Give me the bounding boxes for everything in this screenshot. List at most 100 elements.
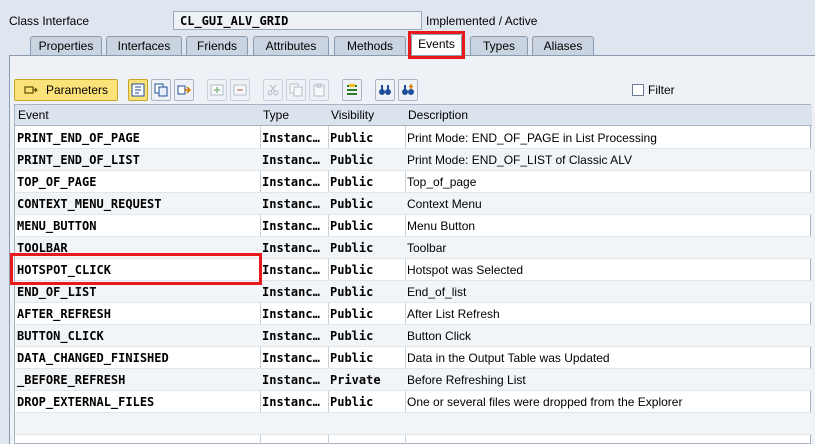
row-description-cell[interactable]: End_of_list	[407, 285, 807, 299]
table-row[interactable]: DROP_EXTERNAL_FILES Instanc… Public One or …	[15, 391, 812, 413]
col-header-visibility[interactable]: Visibility	[328, 108, 374, 122]
row-visibility-cell[interactable]: Public	[330, 285, 405, 299]
copy-button[interactable]	[286, 79, 306, 101]
row-type-cell[interactable]: Instanc…	[262, 241, 328, 255]
table-row[interactable]: CONTEXT_MENU_REQUEST Instanc… Public Contex…	[15, 193, 812, 215]
row-event-cell[interactable]: _BEFORE_REFRESH	[17, 373, 260, 387]
delete-row-button[interactable]	[230, 79, 250, 101]
row-description-cell[interactable]: After List Refresh	[407, 307, 807, 321]
row-type-cell[interactable]: Instanc…	[262, 131, 328, 145]
table-row[interactable]: PRINT_END_OF_LIST Instanc… Public Print Mod…	[15, 149, 812, 171]
row-type-cell[interactable]: Instanc…	[262, 351, 328, 365]
tab-events[interactable]: Events	[411, 34, 462, 56]
row-type-cell[interactable]: Instanc…	[262, 263, 328, 277]
table-row[interactable]: _BEFORE_REFRESH Instanc… Private Before Ref…	[15, 369, 812, 391]
row-type-cell[interactable]: Instanc…	[262, 219, 328, 233]
row-description-cell[interactable]: Print Mode: END_OF_LIST of Classic ALV	[407, 153, 807, 167]
row-visibility-cell[interactable]: Public	[330, 219, 405, 233]
row-type-cell[interactable]: Instanc…	[262, 285, 328, 299]
table-row[interactable]: PRINT_END_OF_PAGE Instanc… Public Print Mod…	[15, 127, 812, 149]
cut-button[interactable]	[263, 79, 283, 101]
table-row[interactable]: DATA_CHANGED_FINISHED Instanc… Public Data …	[15, 347, 812, 369]
row-type-cell[interactable]: Instanc…	[262, 373, 328, 387]
row-description-cell[interactable]: Data in the Output Table was Updated	[407, 351, 807, 365]
tab-aliases[interactable]: Aliases	[532, 36, 594, 56]
events-grid: Event Type Visibility Description PRINT_…	[14, 104, 812, 444]
filter-label: Filter	[648, 83, 675, 97]
tab-methods[interactable]: Methods	[334, 36, 406, 56]
row-type-cell[interactable]: Instanc…	[262, 395, 328, 409]
row-visibility-cell[interactable]: Public	[330, 153, 405, 167]
tab-properties[interactable]: Properties	[30, 36, 102, 56]
col-header-type[interactable]: Type	[260, 108, 289, 122]
row-event-cell[interactable]: MENU_BUTTON	[17, 219, 260, 233]
tab-types[interactable]: Types	[470, 36, 528, 56]
row-event-cell[interactable]: CONTEXT_MENU_REQUEST	[17, 197, 260, 211]
row-event-cell[interactable]: TOP_OF_PAGE	[17, 175, 260, 189]
row-event-cell[interactable]: DROP_EXTERNAL_FILES	[17, 395, 260, 409]
row-event-cell[interactable]: DATA_CHANGED_FINISHED	[17, 351, 260, 365]
table-row[interactable]: MENU_BUTTON Instanc… Public Menu Button	[15, 215, 812, 237]
row-visibility-cell[interactable]: Public	[330, 307, 405, 321]
tab-friends[interactable]: Friends	[186, 36, 248, 56]
col-header-description[interactable]: Description	[405, 108, 468, 122]
filter-checkbox[interactable]	[632, 84, 644, 96]
row-visibility-cell[interactable]: Public	[330, 197, 405, 211]
copy-object-button[interactable]	[151, 79, 171, 101]
find-next-button[interactable]	[398, 79, 418, 101]
row-type-cell[interactable]: Instanc…	[262, 197, 328, 211]
insert-row-button[interactable]	[207, 79, 227, 101]
row-description-cell[interactable]: Toolbar	[407, 241, 807, 255]
copy-doc-icon	[289, 83, 303, 97]
filter-toggle[interactable]: Filter	[632, 83, 675, 97]
table-row[interactable]: TOP_OF_PAGE Instanc… Public Top_of_page	[15, 171, 812, 193]
tabstrip: Properties Interfaces Friends Attributes…	[0, 34, 815, 56]
row-description-cell[interactable]: Context Menu	[407, 197, 807, 211]
row-visibility-cell[interactable]: Public	[330, 241, 405, 255]
sort-button[interactable]	[342, 79, 362, 101]
find-button[interactable]	[375, 79, 395, 101]
row-description-cell[interactable]: Hotspot was Selected	[407, 263, 807, 277]
table-row[interactable]: TOOLBAR Instanc… Public Toolbar	[15, 237, 812, 259]
table-row[interactable]: AFTER_REFRESH Instanc… Public After List Re…	[15, 303, 812, 325]
binoculars-plus-icon	[402, 84, 414, 95]
row-visibility-cell[interactable]: Public	[330, 351, 405, 365]
row-description-cell[interactable]: Top_of_page	[407, 175, 807, 189]
grid-toolbar: Parameters Filter	[14, 79, 814, 101]
paste-button[interactable]	[309, 79, 329, 101]
row-event-cell[interactable]: AFTER_REFRESH	[17, 307, 260, 321]
row-visibility-cell[interactable]: Public	[330, 131, 405, 145]
row-visibility-cell[interactable]: Public	[330, 329, 405, 343]
row-visibility-cell[interactable]: Public	[330, 395, 405, 409]
row-event-cell[interactable]: END_OF_LIST	[17, 285, 260, 299]
row-description-cell[interactable]: Menu Button	[407, 219, 807, 233]
navigate-button[interactable]	[174, 79, 194, 101]
row-type-cell[interactable]: Instanc…	[262, 153, 328, 167]
row-event-cell[interactable]: PRINT_END_OF_LIST	[17, 153, 260, 167]
row-description-cell[interactable]: One or several files were dropped from t…	[407, 395, 807, 409]
row-visibility-cell[interactable]: Public	[330, 175, 405, 189]
row-type-cell[interactable]: Instanc…	[262, 307, 328, 321]
table-row[interactable]: END_OF_LIST Instanc… Public End_of_list	[15, 281, 812, 303]
row-event-cell[interactable]: HOTSPOT_CLICK	[17, 263, 260, 277]
detail-button[interactable]	[128, 79, 148, 101]
table-row[interactable]: BUTTON_CLICK Instanc… Public Button Click	[15, 325, 812, 347]
arrow-right-icon	[177, 85, 191, 95]
row-description-cell[interactable]: Before Refreshing List	[407, 373, 807, 387]
row-event-cell[interactable]: PRINT_END_OF_PAGE	[17, 131, 260, 145]
table-row[interactable]: HOTSPOT_CLICK Instanc… Public Hotspot was S…	[15, 259, 812, 281]
row-description-cell[interactable]: Print Mode: END_OF_PAGE in List Processi…	[407, 131, 807, 145]
tab-attributes[interactable]: Attributes	[253, 36, 329, 56]
paste-icon	[313, 83, 325, 97]
col-header-event[interactable]: Event	[15, 108, 49, 122]
row-event-cell[interactable]: BUTTON_CLICK	[17, 329, 260, 343]
parameters-button[interactable]: Parameters	[14, 79, 118, 101]
row-visibility-cell[interactable]: Private	[330, 373, 405, 387]
row-event-cell[interactable]: TOOLBAR	[17, 241, 260, 255]
row-type-cell[interactable]: Instanc…	[262, 175, 328, 189]
tab-interfaces[interactable]: Interfaces	[106, 36, 182, 56]
row-description-cell[interactable]: Button Click	[407, 329, 807, 343]
row-type-cell[interactable]: Instanc…	[262, 329, 328, 343]
row-visibility-cell[interactable]: Public	[330, 263, 405, 277]
class-name-field[interactable]: CL_GUI_ALV_GRID	[173, 11, 422, 30]
